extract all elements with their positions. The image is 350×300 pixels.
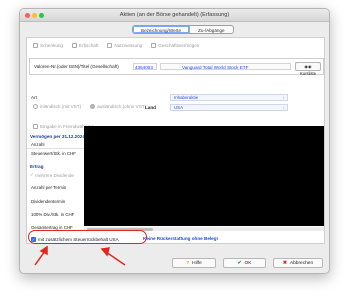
field-anzahl: Anzahl — [31, 142, 45, 147]
chevron-updown-icon: ↕ — [282, 105, 285, 110]
binoculars-icon: ◉◉ — [304, 64, 312, 69]
valor-title-input[interactable]: Vanguard Total World Stock ETF — [160, 63, 291, 70]
art-select[interactable]: Inhaberaktie ↕ — [170, 94, 288, 101]
field-anzahl-per-termin: Anzahl per Termin — [31, 185, 67, 190]
field-steuerwert: Steuerwert/Stk. in CHF — [31, 151, 76, 156]
radio-inlaendisch[interactable]: inländisch (mit VST) — [33, 104, 81, 109]
tab-zu-abgaenge[interactable]: Zu-/Abgänge — [189, 26, 233, 33]
help-button[interactable]: ? Hilfe — [172, 258, 216, 268]
question-icon: ? — [186, 260, 190, 266]
option-nutzniessung[interactable]: Nutzniessung — [107, 43, 142, 48]
art-label: Art — [31, 95, 37, 100]
valor-title: Vanguard Total World Stock ETF — [182, 64, 249, 70]
chevron-updown-icon: ↕ — [282, 95, 285, 100]
tab-bezeichnung-werte[interactable]: Bezeichnung/Werte — [133, 26, 190, 33]
ok-button[interactable]: ✔ OK — [223, 258, 266, 268]
field-div-pro-stk: 100% Div./Stk. in CHF — [31, 212, 75, 217]
valor-number-input[interactable]: 4354003 — [133, 63, 157, 70]
valor-label: Valoren-Nr.(oder ISIN)/Titel (Gesellscha… — [34, 64, 119, 69]
option-schenkung[interactable]: Schenkung — [33, 43, 63, 48]
option-geschaeftsvermoegen[interactable]: Geschäftsvermögen — [151, 43, 199, 48]
land-label: Land — [145, 105, 156, 110]
radio-icon — [33, 104, 38, 109]
title-bar: Aktien (an der Börse gehandelt) (Erfassu… — [20, 9, 329, 22]
kursliste-button[interactable]: ◉◉ Kursliste — [295, 62, 321, 76]
window-title: Aktien (an der Börse gehandelt) (Erfassu… — [119, 12, 230, 18]
radio-selected-icon — [90, 104, 96, 109]
check-icon: ✔ — [237, 260, 242, 266]
tab-bar: Bezeichnung/Werte Zu-/Abgänge — [132, 25, 234, 34]
annotation-circle — [28, 230, 147, 244]
redacted-area — [84, 126, 324, 226]
dialog-window: Aktien (an der Börse gehandelt) (Erfassu… — [19, 8, 330, 274]
option-erbschaft[interactable]: Erbschaft — [72, 43, 98, 48]
radio-auslaendisch[interactable]: ausländisch (ohne VST) — [90, 104, 146, 109]
checkbox-icon — [33, 124, 38, 129]
type-options-row: Schenkung Erbschaft Nutzniessung Geschäf… — [33, 43, 208, 48]
field-dividendentermin: Dividendentermin — [31, 199, 66, 204]
checkbox-icon — [72, 43, 77, 48]
cancel-button[interactable]: ✖ Abbrechen — [273, 258, 323, 268]
valor-row: Valoren-Nr.(oder ISIN)/Titel (Gesellscha… — [29, 58, 324, 76]
checkbox-icon — [33, 43, 38, 48]
land-select[interactable]: USA ↕ — [170, 104, 288, 111]
valor-number: 4354003 — [135, 64, 153, 70]
vst-row: inländisch (mit VST) ausländisch (ohne V… — [33, 104, 155, 109]
close-icon: ✖ — [282, 260, 287, 266]
checkbox-icon — [107, 43, 113, 48]
warning-text: Keine Rückerstattung ohne Beleg! — [143, 236, 219, 241]
checkbox-icon — [151, 43, 157, 48]
multiple-dividends-row[interactable]: ✓ mehrere Dividende — [30, 172, 74, 178]
